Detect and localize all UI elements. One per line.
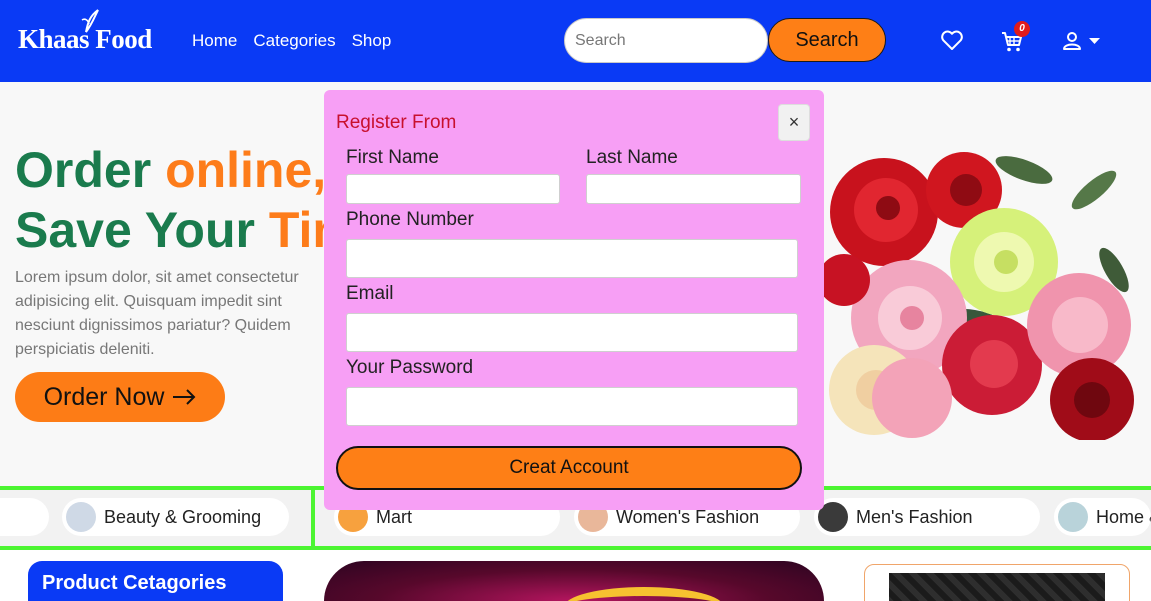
modal-title: Register From <box>336 112 457 133</box>
category-chip-label: Men's Fashion <box>856 506 973 527</box>
password-label: Your Password <box>346 357 474 378</box>
hero-description: Lorem ipsum dolor, sit amet consectetur … <box>15 269 299 358</box>
first-name-label: First Name <box>346 147 439 168</box>
category-chip-home-lifestyle[interactable]: Home & Lifestyle <box>1054 498 1151 536</box>
hero-roses-image <box>824 152 1134 440</box>
user-icon[interactable] <box>1062 31 1082 51</box>
email-field[interactable] <box>346 313 798 352</box>
close-button[interactable]: × <box>778 104 810 141</box>
create-account-button[interactable]: Creat Account <box>336 446 802 490</box>
nav-shop[interactable]: Shop <box>352 31 392 51</box>
product-card[interactable] <box>864 564 1130 601</box>
category-chip-mens-fashion[interactable]: Men's Fashion <box>814 498 1040 536</box>
phone-number-label: Phone Number <box>346 209 474 230</box>
main-nav: Home Categories Shop <box>192 31 391 51</box>
caret-down-icon[interactable] <box>1089 38 1100 45</box>
hero-title-line1-a: Order <box>15 142 166 198</box>
hero-title-line2-a: Save Your <box>15 202 269 258</box>
category-chip-label: Beauty & Grooming <box>104 506 262 527</box>
order-now-button[interactable]: Order Now <box>15 372 225 422</box>
password-field[interactable] <box>346 387 798 426</box>
category-chip-beauty-grooming[interactable]: Beauty & Grooming <box>62 498 289 536</box>
email-label: Email <box>346 283 394 304</box>
site-header: Khaas Food Home Categories Shop Search 0 <box>0 0 1151 82</box>
cart-count-badge: 0 <box>1014 21 1030 37</box>
order-now-label: Order Now <box>43 382 165 411</box>
first-name-field[interactable] <box>346 174 560 204</box>
phone-number-field[interactable] <box>346 239 798 278</box>
search-button[interactable]: Search <box>768 18 886 62</box>
nav-categories[interactable]: Categories <box>253 31 335 51</box>
search-input[interactable] <box>564 18 768 63</box>
category-chip-partial[interactable] <box>0 498 49 536</box>
heart-icon[interactable] <box>940 29 964 51</box>
nav-home[interactable]: Home <box>192 31 237 51</box>
hero-title-line1-b: online, <box>165 142 327 198</box>
promo-banner[interactable] <box>324 561 824 601</box>
product-categories-heading: Product Cetagories <box>28 561 283 601</box>
category-chip-label: Home & Lifestyle <box>1096 506 1151 527</box>
last-name-label: Last Name <box>586 147 678 168</box>
last-name-field[interactable] <box>586 174 801 204</box>
product-image <box>889 573 1105 601</box>
home-lifestyle-icon <box>1058 502 1088 532</box>
leaf-icon <box>81 9 99 33</box>
arrow-right-icon <box>173 389 196 405</box>
category-divider <box>311 486 315 550</box>
beauty-icon <box>66 502 96 532</box>
promo-graphic <box>564 587 724 601</box>
register-modal: Register From × First Name Last Name Pho… <box>324 90 824 510</box>
